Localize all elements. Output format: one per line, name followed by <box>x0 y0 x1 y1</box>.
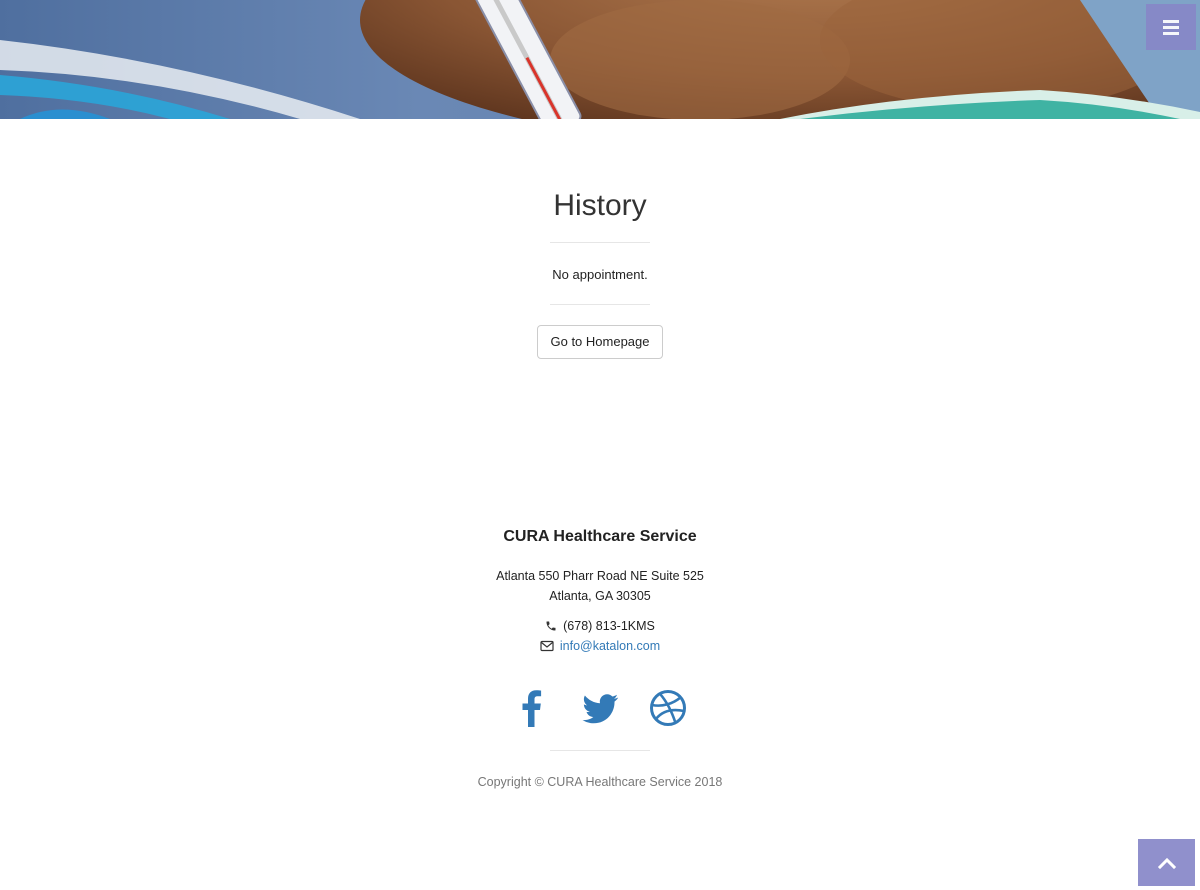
address-line-2: Atlanta, GA 30305 <box>549 589 651 603</box>
social-links <box>0 688 1200 728</box>
facebook-icon[interactable] <box>512 688 552 728</box>
divider <box>550 242 650 243</box>
divider <box>550 750 650 751</box>
menu-toggle-button[interactable] <box>1146 4 1196 50</box>
bars-icon-line <box>1163 31 1179 35</box>
bars-icon-line <box>1163 25 1179 29</box>
footer: CURA Healthcare Service Atlanta 550 Phar… <box>0 525 1200 804</box>
phone-icon <box>546 621 556 631</box>
dribbble-icon[interactable] <box>648 688 688 728</box>
go-to-homepage-button[interactable]: Go to Homepage <box>537 325 663 359</box>
bars-icon <box>1163 19 1179 23</box>
back-to-top-button[interactable] <box>1138 839 1195 886</box>
footer-address: Atlanta 550 Pharr Road NE Suite 525 Atla… <box>0 566 1200 606</box>
banner-image <box>0 0 1200 119</box>
phone-line: (678) 813-1KMS <box>0 616 1200 636</box>
phone-number: (678) 813-1KMS <box>563 619 655 633</box>
page-title: History <box>553 189 647 222</box>
email-line: info@katalon.com <box>0 636 1200 656</box>
history-section: History No appointment. Go to Homepage <box>0 119 1200 359</box>
footer-contact: (678) 813-1KMS info@katalon.com <box>0 616 1200 656</box>
address-line-1: Atlanta 550 Pharr Road NE Suite 525 <box>496 569 704 583</box>
twitter-icon[interactable] <box>580 688 620 728</box>
no-appointment-message: No appointment. <box>552 267 648 282</box>
chevron-up-icon <box>1157 857 1176 869</box>
email-link[interactable]: info@katalon.com <box>560 636 660 656</box>
copyright-text: Copyright © CURA Healthcare Service 2018 <box>477 775 723 789</box>
footer-company-name: CURA Healthcare Service <box>503 528 697 545</box>
envelope-icon <box>540 640 554 652</box>
header-banner <box>0 0 1200 119</box>
